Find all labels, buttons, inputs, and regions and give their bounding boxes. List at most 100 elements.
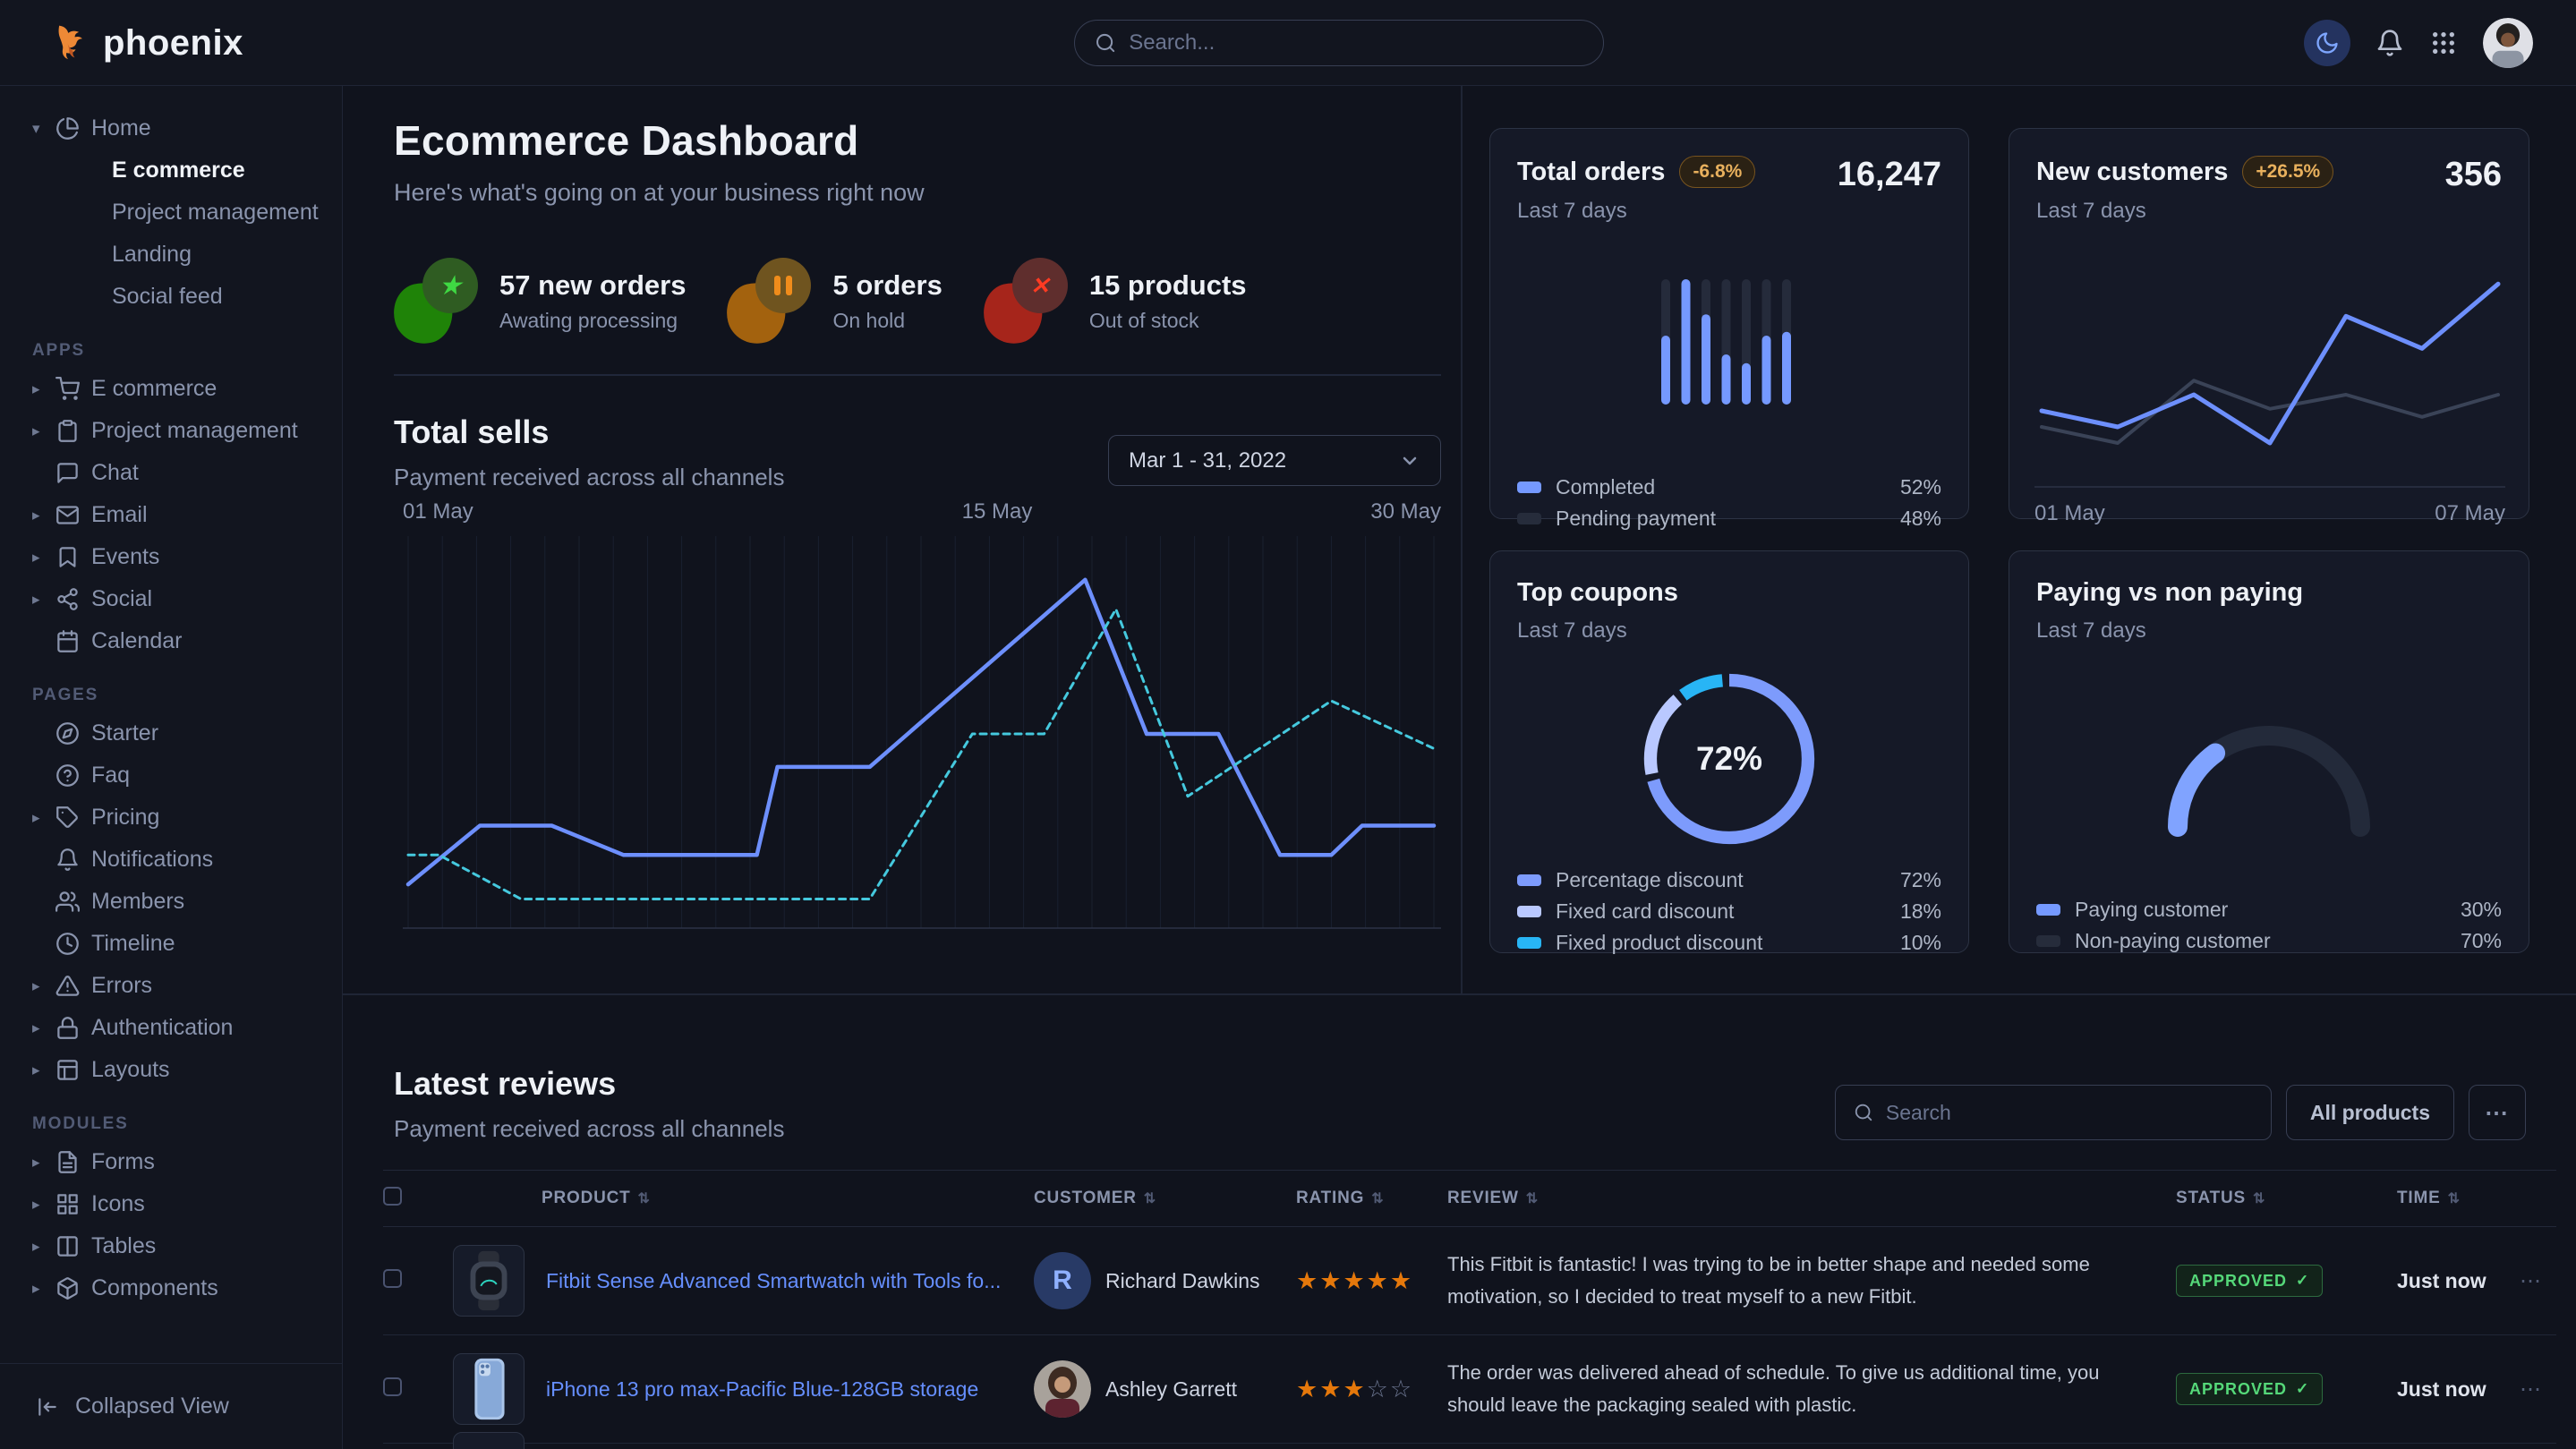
sidebar-item-timeline[interactable]: Timeline [0,923,342,965]
customer-cell[interactable]: Ashley Garrett [1034,1360,1296,1418]
legend-pending: Pending payment48% [1517,503,1941,534]
row-more-button[interactable]: ⋯ [2504,1377,2556,1402]
column-time[interactable]: TIME [2379,1189,2504,1208]
table-row: iPhone 13 pro max-Pacific Blue-128GB sto… [383,1335,2556,1444]
global-search[interactable] [1074,20,1604,66]
apps-menu-button[interactable] [2429,29,2458,57]
bell-icon [2376,29,2404,57]
column-customer[interactable]: CUSTOMER [1034,1189,1296,1208]
chevron-down-icon [1399,450,1420,472]
chevron-right-icon [32,591,55,609]
total-orders-card: Total orders -6.8% Last 7 days 16,247 Co… [1489,128,1969,519]
select-all-checkbox[interactable] [383,1187,402,1206]
sidebar-item-landing[interactable]: Landing [0,234,342,276]
section-label-pages: PAGES [32,686,342,705]
customer-name: Ashley Garrett [1105,1377,1237,1402]
date-range-select[interactable]: Mar 1 - 31, 2022 [1108,435,1441,486]
chevron-right-icon [32,809,55,827]
product-thumbnail-fitbit[interactable] [453,1245,525,1317]
product-link[interactable]: Fitbit Sense Advanced Smartwatch with To… [546,1269,1001,1293]
alert-triangle-icon [55,974,91,998]
sidebar-item-errors[interactable]: Errors [0,965,342,1007]
review-text: The order was delivered ahead of schedul… [1447,1357,2176,1421]
page-subtitle: Here's what's going on at your business … [394,179,925,207]
sidebar-item-tables[interactable]: Tables [0,1225,342,1267]
sidebar-item-project-management[interactable]: Project management [0,192,342,234]
brand-logo[interactable]: phoenix [51,0,243,86]
sort-icon [1371,1189,1384,1208]
sidebar-item-pricing[interactable]: Pricing [0,797,342,839]
sidebar-item-icons[interactable]: Icons [0,1183,342,1225]
reviews-search-input[interactable] [1886,1101,2253,1125]
sidebar-item-home[interactable]: Home [0,107,342,149]
sidebar-item-components[interactable]: Components [0,1267,342,1309]
sidebar: Home E commerce Project management Landi… [0,86,343,1449]
legend-completed: Completed52% [1517,472,1941,503]
column-product[interactable]: PRODUCT [453,1189,1034,1208]
sidebar-item-social-feed[interactable]: Social feed [0,276,342,318]
row-checkbox[interactable] [383,1377,402,1396]
page-title: Ecommerce Dashboard [394,116,925,165]
product-thumbnail-iphone[interactable] [453,1353,525,1425]
notifications-button[interactable] [2376,29,2404,57]
reviews-search[interactable] [1835,1085,2272,1140]
sidebar-item-faq[interactable]: Faq [0,754,342,797]
dark-mode-toggle[interactable] [2304,20,2350,66]
product-link[interactable]: iPhone 13 pro max-Pacific Blue-128GB sto… [546,1377,978,1402]
user-avatar[interactable] [2483,18,2533,68]
sort-icon [1144,1189,1156,1208]
out-of-stock-x-icon: ✕ [984,258,1068,344]
column-review[interactable]: REVIEW [1447,1189,2176,1208]
status-badge: APPROVED [2176,1373,2323,1405]
column-rating[interactable]: RATING [1296,1189,1447,1208]
stat-orders-on-hold: 5 ordersOn hold [727,258,942,344]
x-tick: 01 May [2034,501,2105,526]
chevron-right-icon [32,422,55,440]
sidebar-item-ecommerce[interactable]: E commerce [0,149,342,192]
sidebar-item-starter[interactable]: Starter [0,712,342,754]
column-status[interactable]: STATUS [2176,1189,2379,1208]
row-more-button[interactable]: ⋯ [2504,1268,2556,1294]
sidebar-item-ecommerce-app[interactable]: E commerce [0,368,342,410]
sidebar-item-social[interactable]: Social [0,578,342,620]
section-label-modules: MODULES [32,1114,342,1134]
total-sells-title: Total sells [394,413,784,451]
sidebar-item-notifications[interactable]: Notifications [0,839,342,881]
chevron-down-icon [32,120,55,138]
sidebar-item-authentication[interactable]: Authentication [0,1007,342,1049]
customer-avatar: R [1034,1252,1091,1309]
sidebar-item-email[interactable]: Email [0,494,342,536]
all-products-button[interactable]: All products [2286,1085,2454,1140]
sidebar-item-forms[interactable]: Forms [0,1141,342,1183]
chevron-right-icon [32,549,55,567]
total-orders-badge: -6.8% [1679,156,1755,188]
sidebar-item-project-management-app[interactable]: Project management [0,410,342,452]
chevron-right-icon [32,1238,55,1256]
sidebar-item-layouts[interactable]: Layouts [0,1049,342,1091]
top-coupons-donut-chart: 72% [1631,661,1828,857]
new-customers-value: 356 [2445,156,2502,194]
rating-stars: ★★★★★ [1296,1267,1447,1295]
more-options-button[interactable]: ⋯ [2469,1085,2526,1140]
sidebar-item-chat[interactable]: Chat [0,452,342,494]
paying-gauge-chart [2162,718,2376,842]
rating-stars: ★★★☆☆ [1296,1376,1447,1403]
chevron-right-icon [32,1196,55,1214]
legend-fixed-product-discount: Fixed product discount10% [1517,927,1941,959]
sidebar-item-calendar[interactable]: Calendar [0,620,342,662]
sidebar-item-events[interactable]: Events [0,536,342,578]
row-checkbox[interactable] [383,1269,402,1288]
package-icon [55,1276,91,1300]
x-tick: 07 May [2435,501,2505,526]
review-time: Just now [2379,1377,2504,1402]
moon-icon [2315,30,2340,55]
file-text-icon [55,1150,91,1174]
collapsed-view-toggle[interactable]: Collapsed View [0,1363,342,1449]
main-content: Ecommerce Dashboard Here's what's going … [343,86,2576,1449]
legend-percentage-discount: Percentage discount72% [1517,865,1941,896]
paying-vs-nonpaying-card: Paying vs non paying Last 7 days Paying … [2009,550,2529,953]
sidebar-item-members[interactable]: Members [0,881,342,923]
customer-cell[interactable]: R Richard Dawkins [1034,1252,1296,1309]
search-input[interactable] [1129,30,1583,55]
customer-name: Richard Dawkins [1105,1269,1260,1293]
